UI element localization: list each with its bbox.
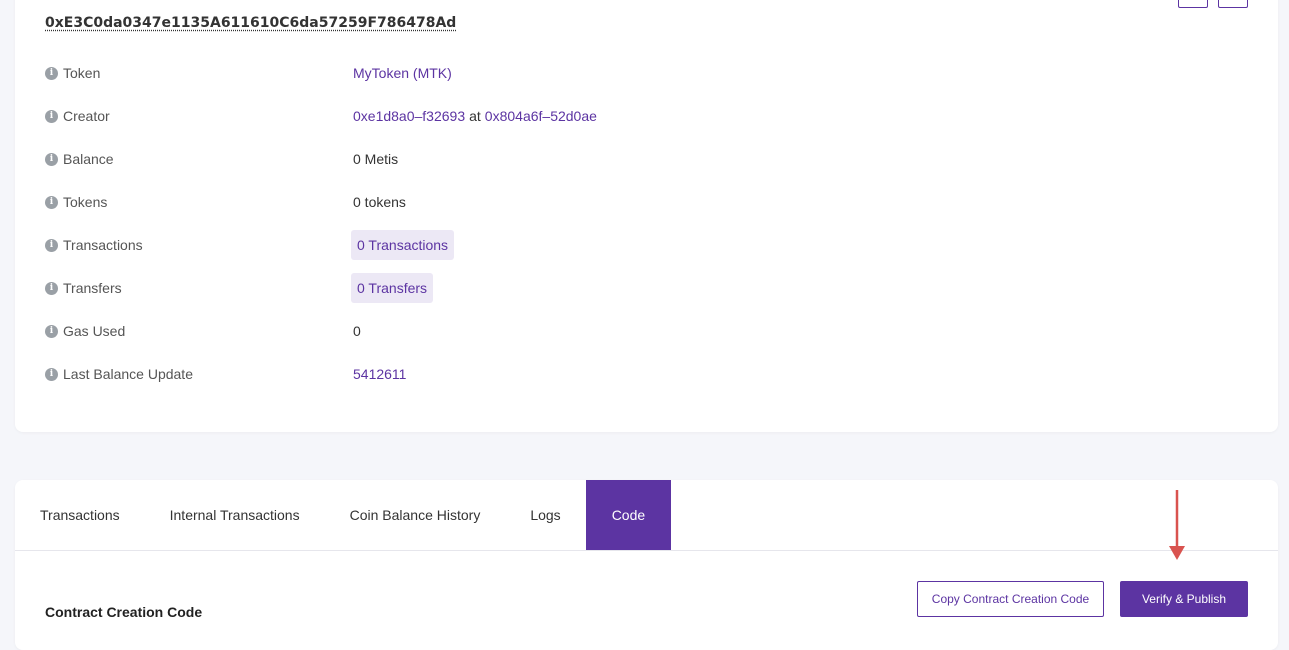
info-icon[interactable]: i xyxy=(45,281,58,295)
info-icon[interactable]: i xyxy=(45,324,58,338)
info-icon[interactable]: i xyxy=(45,367,58,381)
tab-code[interactable]: Code xyxy=(585,480,672,550)
token-link[interactable]: MyToken (MTK) xyxy=(353,65,452,81)
address-details-card: 0xE3C0da0347e1135A611610C6da57259F786478… xyxy=(15,0,1278,432)
detail-label: Transfers xyxy=(63,280,122,296)
qr-code-button[interactable] xyxy=(1218,0,1248,8)
detail-label: Transactions xyxy=(63,237,143,253)
creator-at-text: at xyxy=(469,108,481,124)
transfers-count-chip[interactable]: 0 Transfers xyxy=(351,273,434,303)
info-icon[interactable]: i xyxy=(45,195,58,209)
transactions-count-chip[interactable]: 0 Transactions xyxy=(351,230,455,260)
balance-value: 0 Metis xyxy=(353,151,399,167)
detail-row-creator: i Creator 0xe1d8a0–f32693 at 0x804a6f–52d… xyxy=(45,101,597,131)
creation-tx-link[interactable]: 0x804a6f–52d0ae xyxy=(485,108,597,124)
tab-coin-balance-history[interactable]: Coin Balance History xyxy=(325,480,506,550)
detail-label: Balance xyxy=(63,151,114,167)
info-icon[interactable]: i xyxy=(45,238,58,252)
info-icon[interactable]: i xyxy=(45,152,58,166)
contract-creation-code-title: Contract Creation Code xyxy=(45,604,203,620)
detail-row-tokens: i Tokens 0 tokens xyxy=(45,187,406,217)
annotation-arrow-icon xyxy=(1169,490,1185,560)
detail-label: Creator xyxy=(63,108,110,124)
creator-address-link[interactable]: 0xe1d8a0–f32693 xyxy=(353,108,465,124)
copy-contract-creation-code-button[interactable]: Copy Contract Creation Code xyxy=(917,581,1104,617)
detail-row-transfers: i Transfers 0 Transfers xyxy=(45,273,434,303)
tab-internal-transactions[interactable]: Internal Transactions xyxy=(145,480,325,550)
detail-row-gas-used: i Gas Used 0 xyxy=(45,316,361,346)
info-icon[interactable]: i xyxy=(45,66,58,80)
detail-label: Last Balance Update xyxy=(63,366,193,382)
tab-bar: Transactions Internal Transactions Coin … xyxy=(15,480,1278,551)
last-balance-update-block-link[interactable]: 5412611 xyxy=(353,366,406,382)
detail-label: Gas Used xyxy=(63,323,126,339)
detail-row-transactions: i Transactions 0 Transactions xyxy=(45,230,455,260)
gas-used-value: 0 xyxy=(353,323,361,339)
tokens-value: 0 tokens xyxy=(353,194,406,210)
detail-label: Token xyxy=(63,65,101,81)
detail-row-last-balance-update: i Last Balance Update 5412611 xyxy=(45,359,406,389)
address-hash[interactable]: 0xE3C0da0347e1135A611610C6da57259F786478… xyxy=(45,15,456,31)
tab-logs[interactable]: Logs xyxy=(505,480,585,550)
detail-row-balance: i Balance 0 Metis xyxy=(45,144,398,174)
detail-label: Tokens xyxy=(63,194,108,210)
detail-row-token: i Token MyToken (MTK) xyxy=(45,58,452,88)
verify-and-publish-button[interactable]: Verify & Publish xyxy=(1120,581,1248,617)
tab-transactions[interactable]: Transactions xyxy=(15,480,145,550)
code-card: Transactions Internal Transactions Coin … xyxy=(15,480,1278,650)
copy-address-button[interactable] xyxy=(1178,0,1208,8)
info-icon[interactable]: i xyxy=(45,109,58,123)
